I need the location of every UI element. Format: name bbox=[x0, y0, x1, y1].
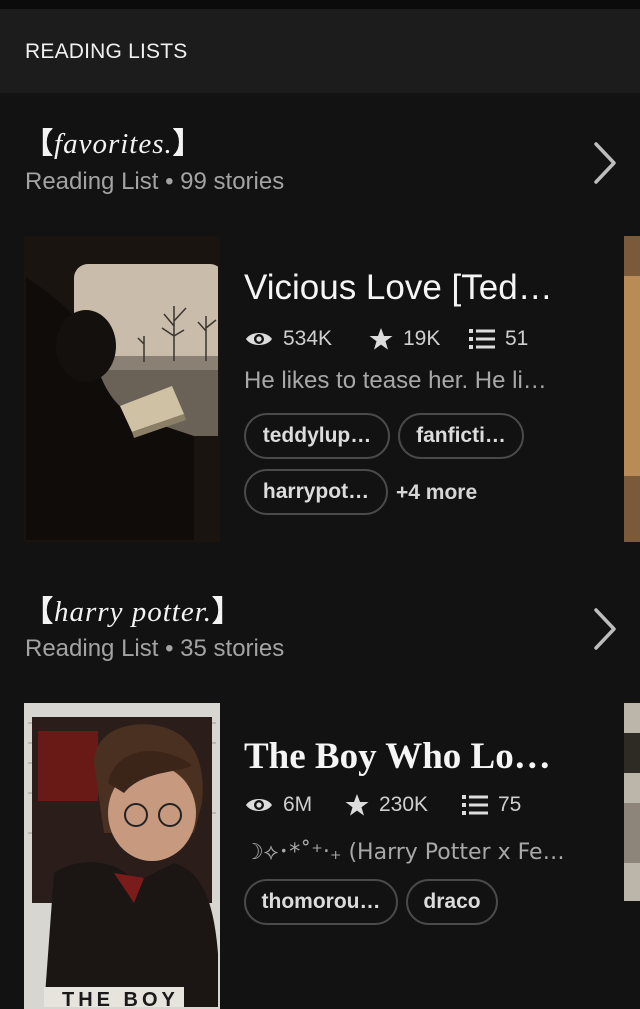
views-count: 534K bbox=[283, 327, 333, 350]
reading-list-meta: Reading List • 99 stories bbox=[25, 168, 285, 195]
reading-list-meta: Reading List • 35 stories bbox=[25, 635, 285, 662]
status-strip bbox=[0, 0, 640, 9]
eye-icon bbox=[246, 333, 272, 345]
list-icon bbox=[469, 329, 495, 349]
header-bar: READING LISTS bbox=[0, 9, 640, 93]
story-stats: 6M 230K 75 bbox=[245, 790, 521, 820]
reading-list-title: 【favorites.】 bbox=[24, 120, 203, 162]
title-text: favorites. bbox=[54, 128, 173, 160]
chevron-right-icon[interactable] bbox=[590, 606, 620, 652]
chevron-right-icon[interactable] bbox=[590, 140, 620, 186]
story-description: He likes to tease her. He li… bbox=[244, 367, 547, 394]
star-icon bbox=[345, 794, 369, 816]
parts-count: 51 bbox=[505, 327, 529, 350]
tag-pill[interactable]: draco bbox=[406, 879, 498, 925]
story-title[interactable]: Vicious Love [Ted… bbox=[244, 268, 574, 308]
star-icon bbox=[369, 328, 393, 350]
next-cover-peek[interactable] bbox=[624, 236, 640, 542]
story-description: ☽⟡･*˚⁺‧₊ (Harry Potter x Fe… bbox=[244, 840, 565, 865]
more-tags-link[interactable]: +4 more bbox=[396, 481, 477, 505]
reading-list-title: 【harry potter.】 bbox=[24, 588, 242, 630]
tag-pill[interactable]: harrypot… bbox=[244, 469, 388, 515]
parts-count: 75 bbox=[498, 793, 522, 816]
story-stats: 534K 19K 51 bbox=[245, 324, 528, 354]
cover-text: THE BOY bbox=[62, 989, 179, 1009]
title-bracket-close: 】 bbox=[172, 128, 203, 160]
title-bracket-open: 【 bbox=[24, 596, 55, 628]
title-bracket-open: 【 bbox=[24, 128, 55, 160]
tag-pill[interactable]: teddylup… bbox=[244, 413, 390, 459]
next-cover-peek[interactable] bbox=[624, 703, 640, 1009]
title-bracket-close: 】 bbox=[212, 596, 243, 628]
views-count: 6M bbox=[283, 793, 313, 816]
tag-pill[interactable]: fanficti… bbox=[398, 413, 524, 459]
list-icon bbox=[462, 795, 488, 815]
story-title[interactable]: The Boy Who Lo… bbox=[244, 735, 574, 778]
story-cover-image[interactable] bbox=[24, 236, 220, 542]
tag-pill[interactable]: thomorou… bbox=[244, 879, 398, 925]
votes-count: 230K bbox=[379, 793, 429, 816]
eye-icon bbox=[246, 799, 272, 811]
title-text: harry potter. bbox=[54, 596, 213, 628]
story-cover-image[interactable]: THE BOY bbox=[24, 703, 220, 1009]
votes-count: 19K bbox=[403, 327, 441, 350]
page-title: READING LISTS bbox=[25, 40, 188, 63]
